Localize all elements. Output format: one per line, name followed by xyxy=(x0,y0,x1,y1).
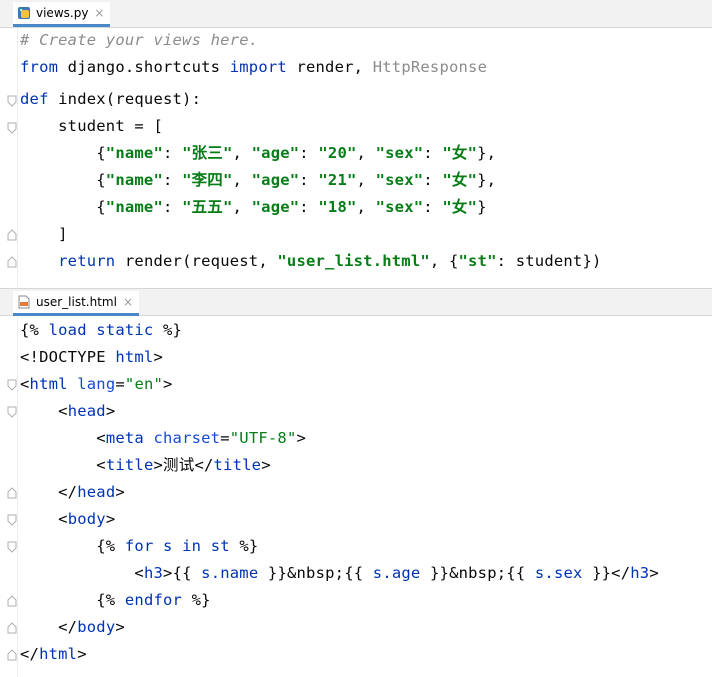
fold-end-icon[interactable] xyxy=(7,649,17,661)
code-line-dict: {"name": "李四", "age": "21", "sex": "女"}, xyxy=(20,171,497,189)
close-icon[interactable]: × xyxy=(123,295,133,309)
code-line-head-close: </head> xyxy=(58,483,125,501)
code-line-endfor: {% endfor %} xyxy=(96,591,211,609)
code-line-html-open: <html lang="en"> xyxy=(20,375,173,393)
html-tab-bar: user_list.html × xyxy=(0,288,712,316)
code-line-body-open: <body> xyxy=(58,510,116,528)
code-line-meta: <meta charset="UTF-8"> xyxy=(96,429,307,447)
fold-end-icon[interactable] xyxy=(7,487,17,499)
code-line-dict: {"name": "张三", "age": "20", "sex": "女"}, xyxy=(20,144,497,162)
python-tab-bar: views.py × xyxy=(0,0,712,28)
code-line-student: student = [ xyxy=(20,117,163,135)
fold-end-icon[interactable] xyxy=(7,595,17,607)
code-line-return: return render(request, "user_list.html",… xyxy=(58,252,602,270)
fold-start-icon[interactable] xyxy=(7,406,17,418)
gutter-divider xyxy=(17,317,18,677)
code-line-import: from django.shortcuts import render, Htt… xyxy=(20,58,488,76)
tab-user-list-html[interactable]: user_list.html × xyxy=(13,291,140,316)
fold-end-icon[interactable] xyxy=(7,229,17,241)
fold-start-icon[interactable] xyxy=(7,379,17,391)
code-line-for: {% for s in st %} xyxy=(96,537,259,555)
code-line-def: def index(request): xyxy=(20,90,202,108)
code-line-dict: {"name": "五五", "age": "18", "sex": "女"} xyxy=(20,198,487,216)
html-file-icon xyxy=(17,295,31,309)
code-line-comment: # Create your views here. xyxy=(20,31,259,49)
html-code-area[interactable]: {% load static %} <!DOCTYPE html> <html … xyxy=(0,317,712,677)
code-line-body-close: </body> xyxy=(58,618,125,636)
code-line-html-close: </html> xyxy=(20,645,87,663)
code-line-load-static: {% load static %} xyxy=(20,321,183,339)
tab-views-py-label: views.py xyxy=(36,6,89,20)
html-editor-pane: user_list.html × {% load static %} <!DOC… xyxy=(0,288,712,677)
tab-views-py[interactable]: views.py × xyxy=(13,2,111,27)
fold-end-icon[interactable] xyxy=(7,256,17,268)
code-line-close-bracket: ] xyxy=(20,225,68,243)
fold-start-icon[interactable] xyxy=(7,514,17,526)
fold-start-icon[interactable] xyxy=(7,95,17,107)
fold-start-icon[interactable] xyxy=(7,122,17,134)
python-code-area[interactable]: # Create your views here. from django.sh… xyxy=(0,28,712,288)
fold-start-icon[interactable] xyxy=(7,541,17,553)
close-icon[interactable]: × xyxy=(94,6,104,20)
python-editor-pane: views.py × # Create your views here. fro… xyxy=(0,0,712,288)
gutter-divider xyxy=(17,28,18,288)
fold-end-icon[interactable] xyxy=(7,622,17,634)
code-line-head-open: <head> xyxy=(58,402,116,420)
tab-user-list-html-label: user_list.html xyxy=(36,295,117,309)
code-line-title: <title>测试</title> xyxy=(96,456,271,474)
code-line-doctype: <!DOCTYPE html> xyxy=(20,348,164,366)
code-line-h3: <h3>{{ s.name }}&nbsp;{{ s.age }}&nbsp;{… xyxy=(134,564,659,582)
python-file-icon xyxy=(17,6,31,20)
